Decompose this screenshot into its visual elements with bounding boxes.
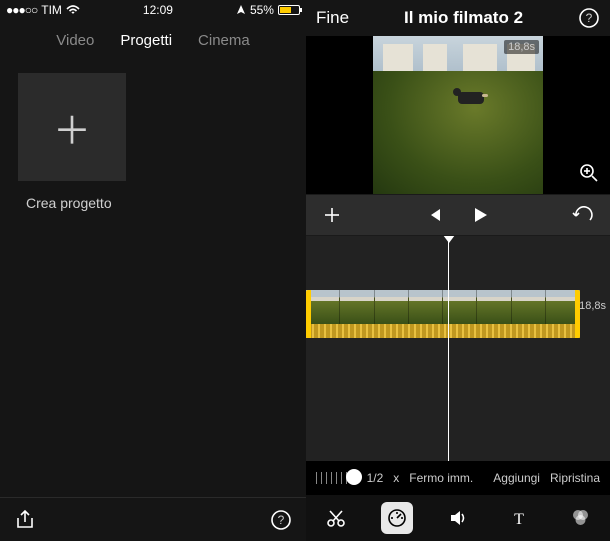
svg-text:?: ?: [586, 11, 593, 25]
carrier-label: TIM: [41, 3, 62, 17]
add-button[interactable]: Aggiungi: [493, 471, 540, 485]
video-track[interactable]: [306, 290, 580, 324]
reset-button[interactable]: Ripristina: [550, 471, 600, 485]
preview-duration-badge: 18,8s: [504, 40, 539, 54]
tab-video[interactable]: Video: [56, 32, 94, 49]
preview-thumbnail[interactable]: 18,8s: [373, 36, 543, 194]
speed-row: 1/2 x Fermo imm. Aggiungi Ripristina: [306, 461, 610, 495]
zoom-icon[interactable]: [578, 162, 600, 184]
project-title: Il mio filmato 2: [404, 8, 523, 28]
clock: 12:09: [143, 3, 173, 17]
add-media-button[interactable]: [322, 205, 342, 225]
clip-handle-right[interactable]: [575, 290, 580, 338]
help-icon[interactable]: ?: [578, 7, 600, 29]
audio-tool[interactable]: [442, 502, 474, 534]
tab-progetti[interactable]: Progetti: [120, 32, 172, 49]
tool-row: T: [306, 495, 610, 541]
top-tabs: Video Progetti Cinema: [0, 20, 306, 63]
audio-track[interactable]: [306, 324, 580, 338]
battery-icon: [278, 5, 300, 15]
tab-cinema[interactable]: Cinema: [198, 32, 250, 49]
speed-ratio: 1/2: [367, 471, 384, 485]
freeze-frame-label: Fermo imm.: [409, 471, 473, 485]
filters-tool[interactable]: [564, 502, 596, 534]
battery-pct: 55%: [250, 3, 274, 17]
timeline[interactable]: 18,8s: [306, 236, 610, 461]
plus-icon: ＋: [53, 100, 91, 155]
create-project-label: Crea progetto: [18, 195, 288, 211]
undo-button[interactable]: [572, 206, 594, 224]
speed-tool[interactable]: [381, 502, 413, 534]
skip-start-button[interactable]: [425, 206, 443, 224]
editor-header: Fine Il mio filmato 2 ?: [306, 0, 610, 36]
location-icon: [236, 5, 246, 15]
svg-text:T: T: [514, 511, 524, 528]
preview-area: 18,8s: [306, 36, 610, 194]
transport-bar: [306, 194, 610, 236]
clip-handle-left[interactable]: [306, 290, 311, 338]
text-tool[interactable]: T: [503, 502, 535, 534]
timeline-duration: 18,8s: [579, 300, 606, 312]
create-project-tile[interactable]: ＋: [18, 73, 126, 181]
export-icon[interactable]: [14, 509, 36, 531]
help-icon[interactable]: ?: [270, 509, 292, 531]
play-button[interactable]: [471, 206, 489, 224]
done-button[interactable]: Fine: [316, 8, 349, 28]
speed-slider[interactable]: [316, 472, 357, 484]
left-footer: ?: [0, 497, 306, 541]
editor-pane: Fine Il mio filmato 2 ? 18,8s: [306, 0, 610, 541]
signal-dots: ●●●○○: [6, 3, 37, 17]
playhead[interactable]: [448, 236, 449, 461]
wifi-icon: [66, 5, 80, 15]
speed-x: x: [393, 471, 399, 485]
status-bar: ●●●○○ TIM 12:09 55%: [0, 0, 306, 20]
cut-tool[interactable]: [320, 502, 352, 534]
projects-pane: ●●●○○ TIM 12:09 55% Video Progetti Cinem…: [0, 0, 306, 541]
speed-knob[interactable]: [346, 469, 362, 485]
svg-text:?: ?: [278, 513, 285, 527]
